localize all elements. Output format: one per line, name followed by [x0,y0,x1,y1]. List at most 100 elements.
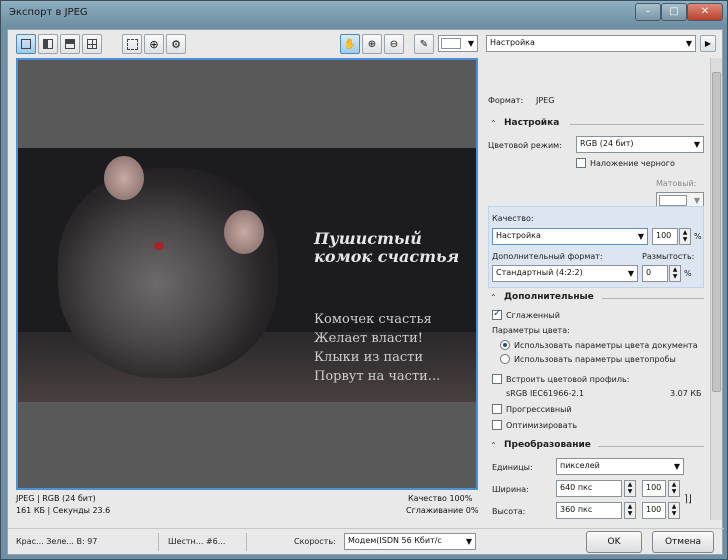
link-ratio-icon[interactable]: ⌉⌋ [684,494,692,505]
section-extra-header[interactable]: Дополнительные [504,292,594,302]
preview-image: Пушистый комок счастья Комочек счастья Ж… [18,148,476,402]
section-divider [602,298,704,299]
window-title: Экспорт в JPEG [9,7,88,18]
status-separator [246,533,247,551]
section-divider [570,124,704,125]
preview-settings-icon[interactable]: ⚙ [166,34,186,54]
height-input[interactable]: 360 пкс [556,502,622,519]
collapse-settings-icon[interactable]: ⌃ [490,119,497,128]
collapse-transform-icon[interactable]: ⌃ [490,441,497,450]
quality-spinner[interactable]: ▲ ▼ [679,228,691,245]
color-params-label: Параметры цвета: [492,326,570,335]
progressive-checkbox[interactable] [492,404,502,414]
preset-menu-arrow-icon[interactable]: ▶ [700,35,716,52]
fit-to-window-icon[interactable] [122,34,142,54]
poem-line: Клыки из пасти [314,350,424,365]
chevron-down-icon: ▼ [637,232,644,241]
color-mode-select[interactable]: RGB (24 бит) ▼ [576,136,704,153]
pan-hand-icon[interactable]: ✋ [340,34,360,54]
preview-pane[interactable]: Пушистый комок счастья Комочек счастья Ж… [16,58,478,490]
section-divider [598,446,704,447]
section-transform-header[interactable]: Преобразование [504,440,591,450]
units-select[interactable]: пикселей ▼ [556,458,684,475]
rat-eye [154,242,164,250]
ok-button[interactable]: OK [586,531,642,553]
optimize-checkbox[interactable] [492,420,502,430]
height-percent-input[interactable]: 100 [642,502,666,519]
zoom-fit-icon[interactable]: ⊕ [144,34,164,54]
black-overlay-label: Наложение черного [590,159,675,168]
blur-number-input[interactable]: 0 [642,265,668,282]
split-horizontal-view-icon[interactable] [60,34,80,54]
embed-profile-checkbox[interactable] [492,374,502,384]
black-overlay-checkbox[interactable] [576,158,586,168]
width-percent-spinner[interactable]: ▲ ▼ [668,480,680,497]
split-vertical-view-icon[interactable] [38,34,58,54]
use-document-color-label: Использовать параметры цвета документа [514,341,698,350]
preview-quality-info: Качество 100% [408,494,473,503]
close-button[interactable]: ✕ [687,3,723,21]
height-percent-spinner[interactable]: ▲ ▼ [668,502,680,519]
chevron-down-icon: ▼ [627,269,634,278]
use-proof-color-label: Использовать параметры цветопробы [514,355,676,364]
preview-size-info: 161 КБ | Секунды 23.6 [16,506,111,515]
quality-label: Качество: [492,214,534,223]
quality-value: Настройка [496,231,541,240]
profile-name: sRGB IEC61966-2.1 [506,389,585,398]
single-view-icon[interactable] [16,34,36,54]
dialog-body: ⊕ ⚙ ✋ ⊕ ⊖ ✎ ▼ Настройка ▼ ▶ Пушистый комо… [7,29,724,555]
eyedropper-icon[interactable]: ✎ [414,34,434,54]
chevron-down-icon: ▼ [685,39,692,48]
hex-readout: Шестн... #6... [168,537,226,546]
maximize-button[interactable]: □ [661,3,687,21]
settings-scrollbar[interactable] [710,58,722,520]
color-swatch-picker[interactable]: ▼ [438,35,478,52]
width-spinner[interactable]: ▲ ▼ [624,480,636,497]
minimize-button[interactable]: – [635,3,661,21]
preview-smoothing-info: Сглаживание 0% [406,506,479,515]
color-channels-readout: Крас... Зеле... В: 97 [16,537,98,546]
section-settings-header[interactable]: Настройка [504,118,559,128]
rat-ear-right [224,210,264,254]
height-label: Высота: [492,507,526,516]
zoom-out-icon[interactable]: ⊖ [384,34,404,54]
status-bar: Крас... Зеле... В: 97 Шестн... #6... Ско… [8,528,724,554]
smoothed-checkbox[interactable] [492,308,502,320]
height-spinner[interactable]: ▲ ▼ [624,502,636,519]
image-poem: Комочек счастья Желает власти! Клыки из … [314,310,474,386]
additional-format-label: Дополнительный формат: [492,252,603,261]
additional-format-select[interactable]: Стандартный (4:2:2) ▼ [492,265,638,282]
preset-select-value: Настройка [490,38,535,47]
zoom-in-icon[interactable]: ⊕ [362,34,382,54]
format-label: Формат: [488,96,524,105]
format-value: JPEG [536,96,555,105]
width-percent-input[interactable]: 100 [642,480,666,497]
scrollbar-thumb[interactable] [712,72,721,392]
chevron-down-icon: ▼ [465,537,472,546]
title-bar[interactable]: Экспорт в JPEG – □ ✕ [1,1,727,27]
width-label: Ширина: [492,485,529,494]
quality-number-input[interactable]: 100 [652,228,678,245]
quad-view-icon[interactable] [82,34,102,54]
use-document-color-radio[interactable] [500,340,510,350]
chevron-down-icon: ▼ [673,462,680,471]
speed-select[interactable]: Модем(ISDN 56 Кбит/с ▼ [344,533,476,550]
units-label: Единицы: [492,463,533,472]
speed-value: Модем(ISDN 56 Кбит/с [348,536,442,545]
quality-select[interactable]: Настройка ▼ [492,228,648,245]
blur-number: 0 [646,268,652,277]
blur-spinner[interactable]: ▲ ▼ [669,265,681,282]
width-input[interactable]: 640 пкс [556,480,622,497]
collapse-extra-icon[interactable]: ⌃ [490,293,497,302]
preview-format-info: JPEG | RGB (24 бит) [16,494,96,503]
cancel-button[interactable]: Отмена [652,531,714,553]
poem-line: Порвут на части... [314,369,441,384]
use-proof-color-radio[interactable] [500,354,510,364]
width-percent: 100 [646,483,662,492]
blur-percent: % [684,269,692,278]
additional-format-value: Стандартный (4:2:2) [496,268,583,277]
progressive-label: Прогрессивный [506,405,572,414]
poem-line: Комочек счастья [314,312,432,327]
color-mode-label: Цветовой режим: [488,141,562,150]
preset-select[interactable]: Настройка ▼ [486,35,696,52]
